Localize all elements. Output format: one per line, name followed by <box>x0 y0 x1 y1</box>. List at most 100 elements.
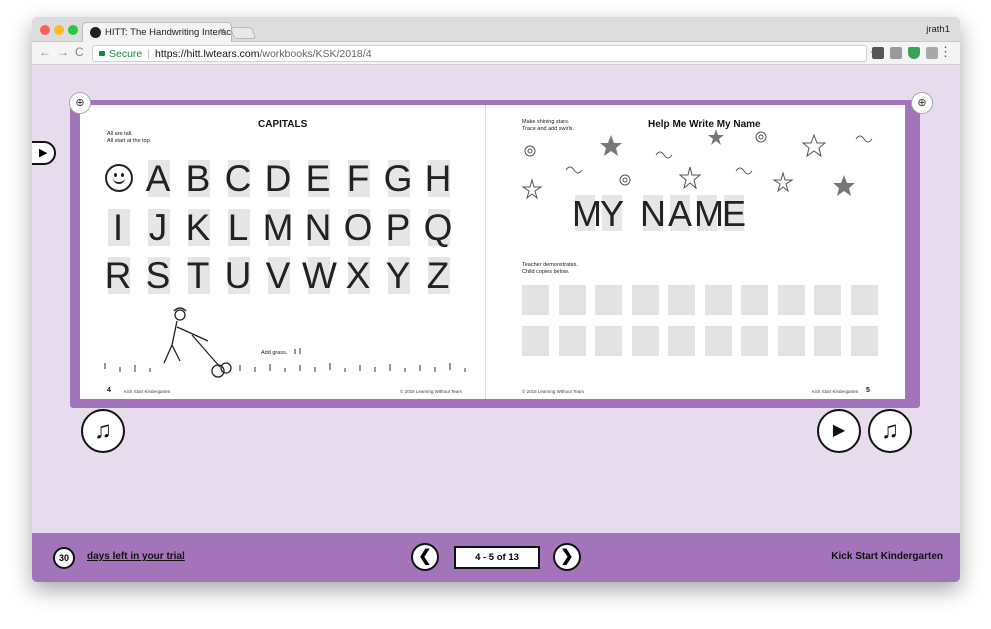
letter: S <box>145 255 171 296</box>
letter: N <box>304 207 332 248</box>
secure-label: Secure <box>109 48 143 60</box>
copy-box <box>814 326 841 356</box>
teacher-note: Teacher demonstrates. Child copies below… <box>522 262 578 275</box>
zoom-left-button[interactable]: ⊕ <box>69 92 91 114</box>
grass-label: Add grass. <box>261 350 288 356</box>
copy-box <box>522 326 549 356</box>
next-page-button[interactable]: ❯ <box>553 543 581 571</box>
new-tab-button[interactable] <box>229 27 257 39</box>
profile-name[interactable]: jrath1 <box>926 24 950 35</box>
capital-letters-row-2: IJKLMNOPQ <box>102 207 462 249</box>
address-bar[interactable]: Secure | https://hitt.lwtears.com/workbook… <box>92 45 880 62</box>
letter: I <box>112 207 124 248</box>
browser-toolbar: ← → C Secure | https://hitt.lwtears.com/wo… <box>32 42 960 65</box>
letter-cell: F <box>342 158 374 200</box>
workbook-spread: C A P I T A L S All are tall. All start at the … <box>70 100 920 408</box>
side-play-button[interactable]: ▶ <box>32 141 56 165</box>
letter: V <box>265 255 291 296</box>
name-letter: M <box>694 193 724 234</box>
zoom-right-button[interactable]: ⊕ <box>911 92 933 114</box>
music-right-button[interactable]: ♫ <box>868 409 912 453</box>
copy-box <box>522 285 549 315</box>
left-footer-book: Kick Start Kindergarten <box>124 389 171 394</box>
name-letter-cell: Y <box>599 193 625 235</box>
copy-box <box>558 285 586 315</box>
extension-icon-1[interactable] <box>872 47 884 59</box>
letter-cell: R <box>102 255 134 297</box>
trial-days-badge: 30 <box>53 547 75 569</box>
left-page-number: 4 <box>107 387 111 394</box>
forward-icon[interactable]: → <box>57 45 69 59</box>
name-letter-cell: N <box>640 193 666 235</box>
close-window-button[interactable] <box>40 25 50 35</box>
reload-icon[interactable]: C <box>75 45 84 59</box>
copy-box <box>814 285 841 315</box>
prev-page-button[interactable]: ❮ <box>411 543 439 571</box>
video-play-button[interactable]: ▶ <box>817 409 861 453</box>
copy-box <box>704 326 732 356</box>
zoom-icon: ⊕ <box>75 97 85 109</box>
letter-cell: Q <box>422 207 454 249</box>
copy-boxes <box>522 285 878 356</box>
right-footer-copyright: © 2018 Learning Without Tears <box>522 389 585 394</box>
tab-strip: HITT: The Handwriting Interac × jrath1 <box>32 17 960 42</box>
left-instructions: All are tall. All start at the top. <box>107 131 152 144</box>
letter: L <box>227 207 249 248</box>
copy-box <box>631 326 659 356</box>
letter: C <box>224 158 252 199</box>
letter: K <box>185 207 211 248</box>
name-letter: M <box>572 193 602 234</box>
letter-cell: J <box>142 207 174 249</box>
music-left-button[interactable]: ♫ <box>81 409 125 453</box>
letter: J <box>148 207 168 248</box>
name-letter: N <box>640 193 666 234</box>
name-letter-cell: A <box>667 193 693 235</box>
letter: G <box>383 158 413 199</box>
copy-box <box>668 285 695 315</box>
letter: Z <box>426 255 450 296</box>
letter: M <box>262 207 294 248</box>
copy-box <box>850 326 878 356</box>
right-page-number: 5 <box>866 387 870 394</box>
copy-box <box>595 285 622 315</box>
letter: T <box>186 255 210 296</box>
maximize-window-button[interactable] <box>68 25 78 35</box>
letter: O <box>343 207 373 248</box>
letter-cell: U <box>222 255 254 297</box>
letter-cell: K <box>182 207 214 249</box>
letter-cell: Z <box>422 255 454 297</box>
letter-cell: Y <box>382 255 414 297</box>
letter-cell: I <box>102 207 134 249</box>
letter: Y <box>385 255 411 296</box>
trial-link[interactable]: days left in your trial <box>87 551 185 562</box>
book-title: Kick Start Kindergarten <box>831 551 943 562</box>
copy-box <box>631 285 659 315</box>
letter-cell: S <box>142 255 174 297</box>
name-letter: E <box>721 193 746 234</box>
browser-tab[interactable]: HITT: The Handwriting Interac × <box>82 22 232 42</box>
left-page: CAPITALS All are tall. All start at the … <box>80 105 485 399</box>
browser-menu-icon[interactable]: ⋮ <box>939 44 952 60</box>
back-icon[interactable]: ← <box>39 45 51 59</box>
letter-cell: T <box>182 255 214 297</box>
play-video-icon: ▶ <box>832 422 846 439</box>
letter-cell: A <box>142 158 174 200</box>
music-note-icon: ♫ <box>881 417 899 444</box>
extension-icon-3[interactable] <box>926 47 938 59</box>
extension-icon-2[interactable] <box>890 47 902 59</box>
letter-cell: E <box>302 158 334 200</box>
name-letter-cell: M <box>694 193 724 235</box>
lock-icon <box>99 51 105 56</box>
letter: R <box>104 255 132 296</box>
letter-cell: P <box>382 207 414 249</box>
minimize-window-button[interactable] <box>54 25 64 35</box>
capital-letters-row-1: ABCDEFGH <box>102 158 462 200</box>
letter: H <box>424 158 452 199</box>
name-letter-cell: M <box>572 193 602 235</box>
letter-cell: X <box>342 255 374 297</box>
url-host: https://hitt.lwtears.com <box>155 48 260 60</box>
name-letter: Y <box>599 193 624 234</box>
shield-icon[interactable] <box>908 47 920 59</box>
tab-close-icon[interactable]: × <box>219 26 225 37</box>
url-path: /workbooks/KSK/2018/4 <box>259 48 372 60</box>
